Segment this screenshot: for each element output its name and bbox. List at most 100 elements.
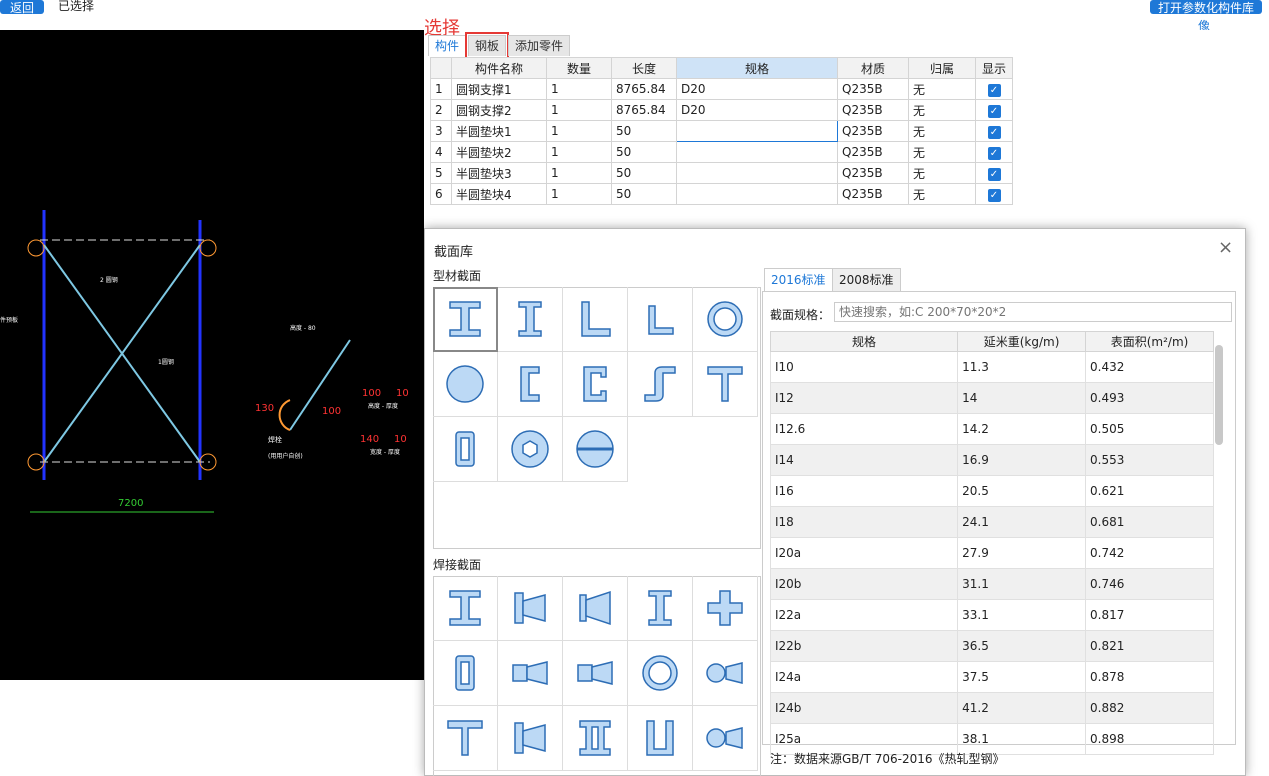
cell-spec[interactable]: [676, 162, 838, 184]
col-length[interactable]: 长度: [611, 57, 677, 79]
cell-mat[interactable]: Q235B: [837, 141, 909, 163]
spec-row[interactable]: I16 20.5 0.621: [769, 475, 1214, 507]
show-checkbox-cell[interactable]: ✓: [975, 99, 1013, 121]
cell-qty[interactable]: 1: [546, 162, 612, 184]
tab-add-part[interactable]: 添加零件: [508, 35, 571, 56]
spec-row[interactable]: I24a 37.5 0.878: [769, 661, 1214, 693]
spec-col-name[interactable]: 规格: [769, 331, 959, 352]
spec-row[interactable]: I10 11.3 0.432: [769, 351, 1214, 383]
table-row[interactable]: 1 圆钢支撑1 1 8765.84 D20 Q235B 无 ✓: [430, 78, 1013, 100]
section-channel[interactable]: [498, 352, 563, 417]
show-checkbox-cell[interactable]: ✓: [975, 183, 1013, 205]
cell-len[interactable]: 50: [611, 141, 677, 163]
cell-name[interactable]: 圆钢支撑2: [451, 99, 547, 121]
col-spec[interactable]: 规格: [676, 57, 838, 79]
close-icon[interactable]: ×: [1218, 237, 1233, 258]
cad-canvas[interactable]: 7200 2 圆钢 1圆钢 件预板 高度 - 80 100 10 高度 - 厚度…: [0, 30, 424, 680]
cell-mat[interactable]: Q235B: [837, 120, 909, 142]
cell-len[interactable]: 50: [611, 183, 677, 205]
tab-steel-plate[interactable]: 钢板: [465, 32, 510, 59]
section-pipe[interactable]: [628, 641, 693, 706]
table-row[interactable]: 4 半圆垫块2 1 50 Q235B 无 ✓: [430, 141, 1013, 163]
col-material[interactable]: 材质: [837, 57, 909, 79]
spec-row[interactable]: I20a 27.9 0.742: [769, 537, 1214, 569]
cell-owner[interactable]: 无: [908, 162, 976, 184]
section-tapered-box[interactable]: [498, 641, 563, 706]
spec-row[interactable]: I20b 31.1 0.746: [769, 568, 1214, 600]
col-show[interactable]: 显示: [975, 57, 1013, 79]
cell-len[interactable]: 8765.84: [611, 78, 677, 100]
section-tapered-i[interactable]: [498, 576, 563, 641]
cell-len[interactable]: 50: [611, 162, 677, 184]
section-t-section[interactable]: [433, 706, 498, 771]
section-i-beam[interactable]: [433, 576, 498, 641]
section-t-section[interactable]: [693, 352, 758, 417]
spec-row[interactable]: I24b 41.2 0.882: [769, 692, 1214, 724]
section-pipe[interactable]: [693, 287, 758, 352]
tab-2016[interactable]: 2016标准: [764, 268, 833, 291]
show-checkbox[interactable]: ✓: [987, 146, 1001, 160]
section-h-narrow[interactable]: [498, 287, 563, 352]
section-ring-taper[interactable]: [693, 706, 758, 771]
section-i-beam[interactable]: [433, 287, 498, 352]
cell-spec[interactable]: [676, 183, 838, 205]
section-half-round[interactable]: [563, 417, 628, 482]
show-checkbox[interactable]: ✓: [987, 125, 1001, 139]
cell-name[interactable]: 半圆垫块2: [451, 141, 547, 163]
search-input[interactable]: [834, 302, 1232, 322]
cell-mat[interactable]: Q235B: [837, 183, 909, 205]
show-checkbox[interactable]: ✓: [987, 167, 1001, 181]
spec-row[interactable]: I22b 36.5 0.821: [769, 630, 1214, 662]
col-owner[interactable]: 归属: [908, 57, 976, 79]
show-checkbox[interactable]: ✓: [987, 83, 1001, 97]
show-checkbox[interactable]: ✓: [987, 188, 1001, 202]
spec-col-area[interactable]: 表面积(m²/m): [1085, 331, 1214, 352]
cell-name[interactable]: 圆钢支撑1: [451, 78, 547, 100]
table-row[interactable]: 2 圆钢支撑2 1 8765.84 D20 Q235B 无 ✓: [430, 99, 1013, 121]
section-hex-bar[interactable]: [498, 417, 563, 482]
section-angle-small[interactable]: [628, 287, 693, 352]
spec-row[interactable]: I12.6 14.2 0.505: [769, 413, 1214, 445]
section-z-section[interactable]: [628, 352, 693, 417]
cell-owner[interactable]: 无: [908, 120, 976, 142]
cell-mat[interactable]: Q235B: [837, 99, 909, 121]
cell-qty[interactable]: 1: [546, 141, 612, 163]
cell-qty[interactable]: 1: [546, 120, 612, 142]
section-tapered-i[interactable]: [498, 706, 563, 771]
open-library-button[interactable]: 打开参数化构件库: [1150, 0, 1262, 15]
section-round[interactable]: [433, 352, 498, 417]
table-row[interactable]: 5 半圆垫块3 1 50 Q235B 无 ✓: [430, 162, 1013, 184]
cell-spec[interactable]: [676, 120, 838, 142]
cell-spec[interactable]: [676, 141, 838, 163]
show-checkbox[interactable]: ✓: [987, 104, 1001, 118]
section-angle[interactable]: [563, 287, 628, 352]
cell-owner[interactable]: 无: [908, 78, 976, 100]
spec-scrollbar[interactable]: [1215, 345, 1223, 445]
spec-row[interactable]: I14 16.9 0.553: [769, 444, 1214, 476]
cell-owner[interactable]: 无: [908, 183, 976, 205]
col-qty[interactable]: 数量: [546, 57, 612, 79]
show-checkbox-cell[interactable]: ✓: [975, 120, 1013, 142]
section-channel-lip[interactable]: [563, 352, 628, 417]
col-name[interactable]: 构件名称: [451, 57, 547, 79]
cell-mat[interactable]: Q235B: [837, 78, 909, 100]
cell-spec[interactable]: D20: [676, 78, 838, 100]
section-rect-tube[interactable]: [433, 641, 498, 706]
section-cross[interactable]: [693, 576, 758, 641]
cell-owner[interactable]: 无: [908, 99, 976, 121]
tab-component[interactable]: 构件: [428, 35, 467, 56]
section-tapered-i2[interactable]: [563, 576, 628, 641]
cell-qty[interactable]: 1: [546, 183, 612, 205]
table-row[interactable]: 6 半圆垫块4 1 50 Q235B 无 ✓: [430, 183, 1013, 205]
spec-row[interactable]: I12 14 0.493: [769, 382, 1214, 414]
cell-len[interactable]: 8765.84: [611, 99, 677, 121]
section-tapered-box[interactable]: [563, 641, 628, 706]
table-row[interactable]: 3 半圆垫块1 1 50 Q235B 无 ✓: [430, 120, 1013, 142]
cell-spec[interactable]: D20: [676, 99, 838, 121]
tab-2008[interactable]: 2008标准: [832, 268, 901, 291]
cell-len[interactable]: 50: [611, 120, 677, 142]
section-double-i[interactable]: [563, 706, 628, 771]
cell-qty[interactable]: 1: [546, 78, 612, 100]
cell-mat[interactable]: Q235B: [837, 162, 909, 184]
cell-name[interactable]: 半圆垫块3: [451, 162, 547, 184]
